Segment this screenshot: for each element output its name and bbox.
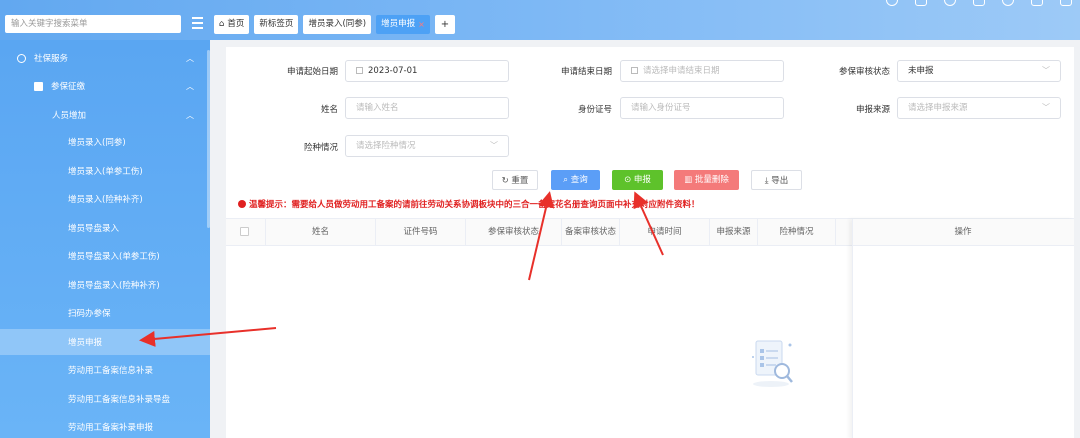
arrow-to-declare bbox=[633, 191, 664, 256]
annotation-arrows bbox=[139, 191, 664, 347]
arrow-to-sidebar-declare bbox=[139, 327, 277, 347]
arrow-to-query bbox=[528, 191, 555, 281]
